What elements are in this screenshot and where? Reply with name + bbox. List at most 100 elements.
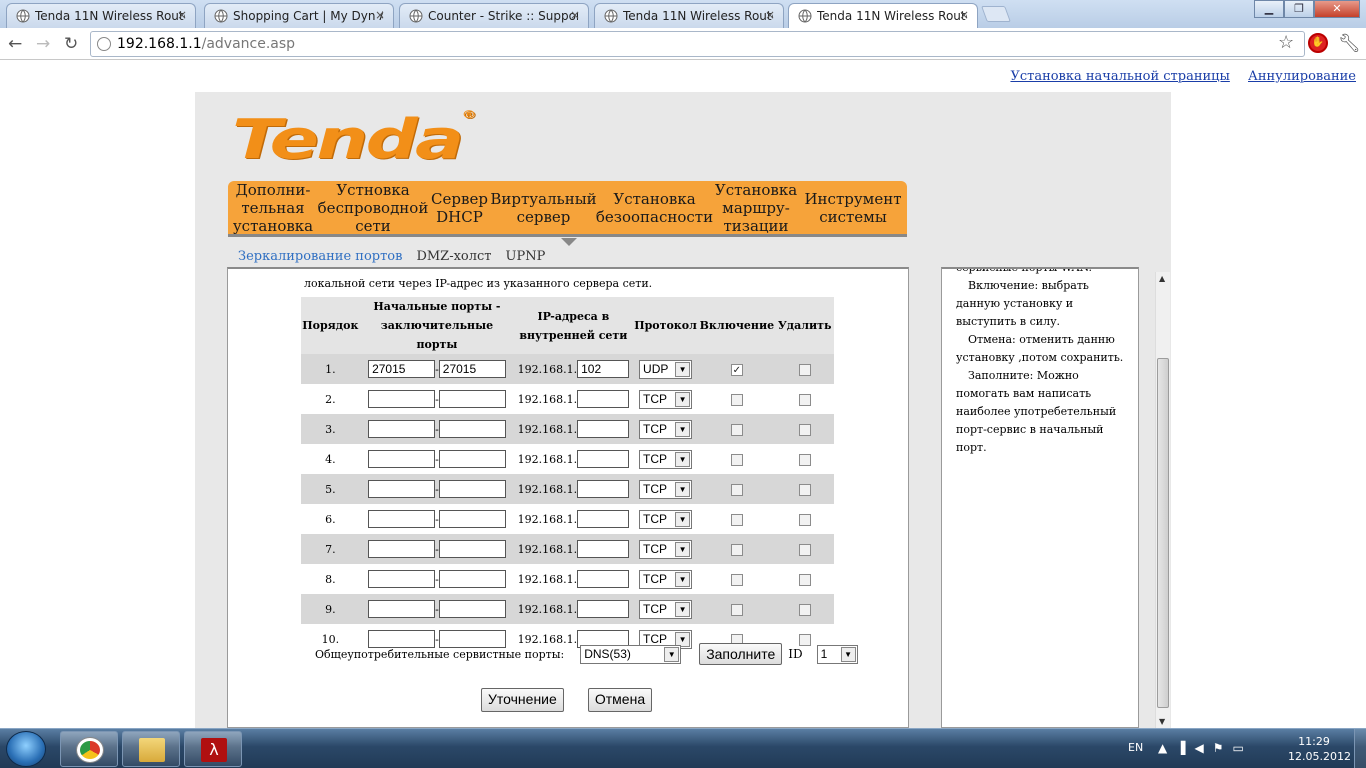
close-tab-icon[interactable]: ×	[177, 8, 187, 22]
enable-checkbox[interactable]	[730, 543, 743, 556]
volume-icon[interactable]: ◀	[1194, 741, 1212, 755]
browser-tab[interactable]: Tenda 11N Wireless Router ×	[6, 3, 196, 28]
protocol-select[interactable]: TCP ▼	[639, 509, 693, 529]
protocol-select[interactable]: TCP ▼	[639, 539, 693, 559]
sub-nav-item[interactable]: DMZ-холст	[416, 249, 491, 264]
delete-checkbox[interactable]	[798, 543, 811, 556]
enable-checkbox[interactable]	[730, 603, 743, 616]
enable-checkbox[interactable]	[730, 393, 743, 406]
end-port-input[interactable]	[438, 390, 506, 408]
adblock-extension-icon[interactable]: ✋	[1308, 33, 1328, 53]
enable-checkbox[interactable]: ✓	[730, 363, 743, 376]
display-icon[interactable]: ▭	[1232, 741, 1252, 755]
protocol-select[interactable]: TCP ▼	[639, 449, 693, 469]
end-port-input[interactable]	[438, 480, 506, 498]
show-desktop-button[interactable]	[1354, 729, 1366, 768]
new-tab-button[interactable]	[981, 6, 1011, 22]
browser-tab[interactable]: Counter - Strike :: Support C×	[399, 3, 589, 28]
delete-checkbox[interactable]	[798, 513, 811, 526]
delete-checkbox[interactable]	[798, 603, 811, 616]
enable-checkbox[interactable]	[730, 483, 743, 496]
delete-checkbox[interactable]	[798, 363, 811, 376]
ip-suffix-input[interactable]	[577, 570, 630, 588]
cancel-link[interactable]: Аннулирование	[1248, 69, 1356, 84]
sub-nav-item[interactable]: Зеркалирование портов	[238, 249, 402, 264]
delete-checkbox[interactable]	[798, 483, 811, 496]
taskbar-chrome[interactable]	[60, 731, 118, 767]
close-tab-icon[interactable]: ×	[959, 8, 969, 22]
browser-tab[interactable]: Tenda 11N Wireless Router ×	[594, 3, 784, 28]
protocol-select[interactable]: TCP ▼	[639, 419, 693, 439]
set-homepage-link[interactable]: Установка начальной страницы	[1010, 69, 1229, 84]
ip-suffix-input[interactable]	[577, 420, 630, 438]
main-nav-item[interactable]: Дополни- тельная установка	[228, 181, 318, 235]
close-tab-icon[interactable]: ×	[375, 8, 385, 22]
sub-nav-item[interactable]: UPNP	[506, 249, 546, 264]
cancel-button[interactable]: Отмена	[587, 688, 653, 712]
protocol-select[interactable]: TCP ▼	[639, 569, 693, 589]
start-port-input[interactable]	[368, 390, 436, 408]
close-tab-icon[interactable]: ×	[570, 8, 580, 22]
end-port-input[interactable]	[438, 420, 506, 438]
close-window-button[interactable]: ✕	[1314, 0, 1360, 18]
apply-button[interactable]: Уточнение	[481, 688, 564, 712]
main-nav-item[interactable]: Установка маршру- тизации	[713, 181, 799, 235]
ip-suffix-input[interactable]	[577, 480, 630, 498]
start-button[interactable]	[6, 731, 46, 767]
scroll-up-icon[interactable]: ▲	[1159, 274, 1165, 283]
protocol-select[interactable]: UDP ▼	[639, 359, 693, 379]
enable-checkbox[interactable]	[730, 513, 743, 526]
scroll-down-icon[interactable]: ▼	[1159, 717, 1165, 726]
end-port-input[interactable]	[438, 510, 506, 528]
browser-tab[interactable]: Shopping Cart | My Dyn Ac ×	[204, 3, 394, 28]
start-port-input[interactable]	[368, 480, 436, 498]
common-services-select[interactable]: DNS(53) ▼	[580, 644, 682, 664]
ip-suffix-input[interactable]	[577, 390, 630, 408]
ip-suffix-input[interactable]	[577, 600, 630, 618]
taskbar-halflife[interactable]: λ	[184, 731, 242, 767]
flag-icon[interactable]: ⚑	[1213, 741, 1233, 755]
fill-button[interactable]: Заполните	[699, 643, 783, 665]
main-nav-item[interactable]: Сервер DHCP	[428, 181, 491, 234]
delete-checkbox[interactable]	[798, 423, 811, 436]
start-port-input[interactable]	[368, 420, 436, 438]
ip-suffix-input[interactable]	[577, 510, 630, 528]
ip-suffix-input[interactable]	[577, 360, 630, 378]
start-port-input[interactable]	[368, 600, 436, 618]
protocol-select[interactable]: TCP ▼	[639, 389, 693, 409]
delete-checkbox[interactable]	[798, 393, 811, 406]
main-nav-item[interactable]: Виртуальный сервер	[490, 181, 596, 234]
maximize-button[interactable]: ❐	[1284, 0, 1314, 18]
main-nav-item[interactable]: Установка безоопасности	[596, 181, 713, 234]
start-port-input[interactable]	[368, 360, 436, 378]
ip-suffix-input[interactable]	[577, 540, 630, 558]
clock[interactable]: 11:29 12.05.2012	[1288, 734, 1351, 764]
back-icon[interactable]: ←	[8, 34, 22, 54]
page-scrollbar[interactable]: ▲ ▼	[1155, 272, 1170, 728]
close-tab-icon[interactable]: ×	[765, 8, 775, 22]
start-port-input[interactable]	[368, 510, 436, 528]
end-port-input[interactable]	[438, 540, 506, 558]
start-port-input[interactable]	[368, 540, 436, 558]
enable-checkbox[interactable]	[730, 453, 743, 466]
id-select[interactable]: 1 ▼	[816, 644, 858, 664]
end-port-input[interactable]	[438, 600, 506, 618]
end-port-input[interactable]	[438, 450, 506, 468]
end-port-input[interactable]	[438, 570, 506, 588]
network-icon[interactable]: ▐	[1176, 741, 1194, 755]
main-nav-item[interactable]: Инструмент системы	[799, 181, 907, 234]
delete-checkbox[interactable]	[798, 573, 811, 586]
start-port-input[interactable]	[368, 570, 436, 588]
main-nav-item[interactable]: Устновка беспроводной сети	[318, 181, 429, 235]
language-indicator[interactable]: EN	[1128, 741, 1143, 754]
minimize-button[interactable]: ▁	[1254, 0, 1284, 18]
reload-icon[interactable]: ↻	[64, 34, 78, 54]
bookmark-star-icon[interactable]: ☆	[1278, 32, 1294, 53]
protocol-select[interactable]: TCP ▼	[639, 599, 693, 619]
ip-suffix-input[interactable]	[577, 450, 630, 468]
start-port-input[interactable]	[368, 450, 436, 468]
wrench-menu-icon[interactable]: 🔧︎	[1338, 33, 1361, 54]
enable-checkbox[interactable]	[730, 573, 743, 586]
address-bar[interactable]: 192.168.1.1/advance.asp	[90, 31, 1305, 57]
show-hidden-icon[interactable]: ▲	[1158, 741, 1176, 755]
